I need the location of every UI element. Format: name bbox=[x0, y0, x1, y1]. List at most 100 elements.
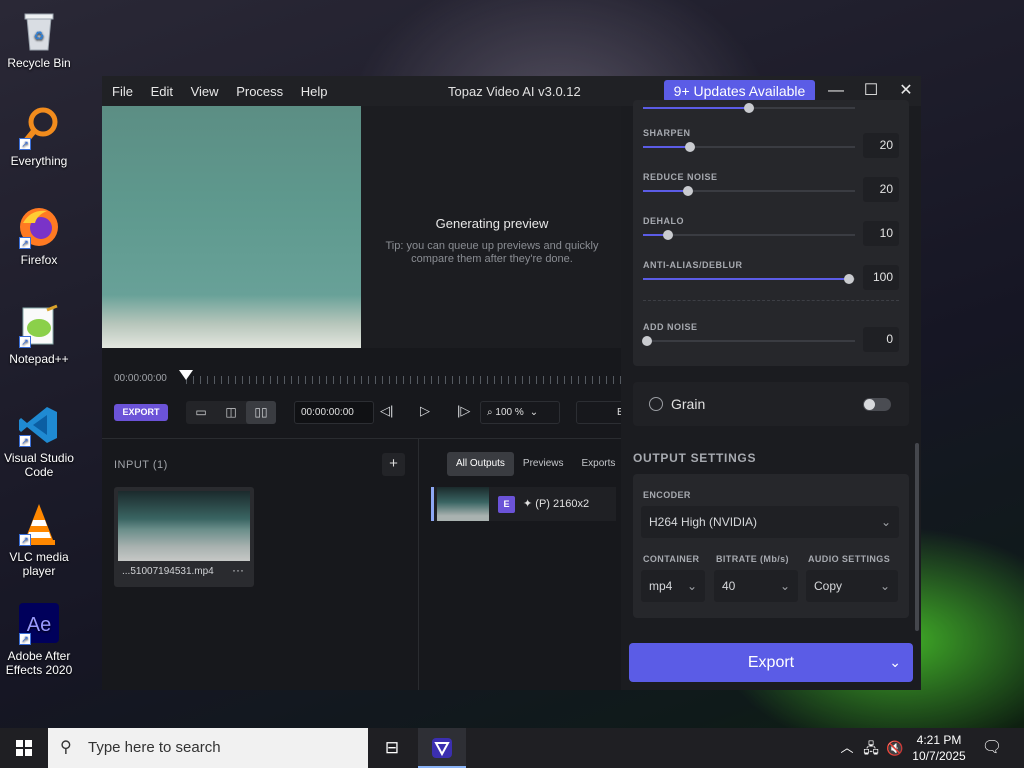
slider-knob[interactable] bbox=[744, 103, 754, 113]
enhancement-settings-card: SHARPEN 20 REDUCE NOISE 20 DEHALO 10 ANTI-ALIA… bbox=[633, 100, 909, 366]
slider-track[interactable] bbox=[643, 186, 855, 196]
desktop-icon-recycle-bin[interactable]: ♻ Recycle Bin bbox=[2, 8, 76, 70]
clock[interactable]: 4:21 PM 10/7/2025 bbox=[908, 732, 970, 764]
tray-chevron-up-icon[interactable]: ︿ bbox=[836, 728, 858, 768]
output-tabs: All Outputs Previews Exports bbox=[447, 452, 624, 476]
desktop-icon-label: Notepad++ bbox=[9, 352, 69, 366]
slider-label: DEHALO bbox=[643, 216, 684, 226]
desktop-icon-firefox[interactable]: ↗ Firefox bbox=[2, 205, 76, 267]
close-button[interactable]: ✕ bbox=[891, 80, 921, 102]
slider-knob[interactable] bbox=[843, 274, 854, 284]
desktop-icon-vscode[interactable]: ↗ Visual Studio Code bbox=[2, 403, 76, 479]
desktop-icon-after-effects[interactable]: Ae ↗ Adobe After Effects 2020 bbox=[2, 601, 76, 677]
container-value: mp4 bbox=[649, 579, 673, 593]
chevron-down-icon: ⌄ bbox=[686, 579, 697, 593]
bitrate-label: BITRATE (Mb/s) bbox=[716, 554, 789, 564]
input-title: INPUT (1) bbox=[114, 459, 168, 471]
notification-icon[interactable]: 🗨 bbox=[978, 728, 1006, 768]
slider-label: ADD NOISE bbox=[643, 322, 698, 332]
slider-knob[interactable] bbox=[663, 230, 674, 240]
minimize-button[interactable]: — bbox=[821, 80, 851, 102]
maximize-button[interactable]: ☐ bbox=[856, 80, 886, 102]
desktop-icon-everything[interactable]: ↗ Everything bbox=[2, 106, 76, 168]
side-by-side-view-icon[interactable]: ▯▯ bbox=[246, 401, 276, 424]
menu-help[interactable]: Help bbox=[301, 84, 328, 99]
input-video-card[interactable]: ...51007194531.mp4 ··· bbox=[114, 487, 254, 587]
grain-label: Grain bbox=[671, 396, 706, 412]
container-select[interactable]: mp4 ⌄ bbox=[641, 570, 705, 602]
bitrate-value: 40 bbox=[722, 579, 736, 593]
split-view-icon[interactable]: ◫ bbox=[216, 401, 246, 424]
playhead-handle[interactable] bbox=[179, 370, 193, 380]
slider-track[interactable] bbox=[643, 142, 855, 152]
encoder-value: H264 High (NVIDIA) bbox=[649, 515, 758, 529]
topaz-taskbar-icon[interactable] bbox=[418, 728, 466, 768]
chevron-down-icon: ⌄ bbox=[779, 579, 790, 593]
start-button[interactable] bbox=[0, 728, 48, 768]
network-icon[interactable]: 🖧 bbox=[860, 728, 882, 768]
tab-all-outputs[interactable]: All Outputs bbox=[447, 452, 514, 476]
slider-track[interactable] bbox=[643, 274, 855, 284]
add-input-button[interactable]: + bbox=[382, 453, 405, 476]
slider-label: REDUCE NOISE bbox=[643, 172, 718, 182]
grain-section[interactable]: Grain bbox=[633, 382, 909, 426]
menu-file[interactable]: File bbox=[112, 84, 133, 99]
chevron-down-icon: ⌄ bbox=[880, 515, 891, 529]
output-thumbnail bbox=[437, 487, 489, 521]
step-back-icon[interactable]: ◁| bbox=[380, 403, 393, 419]
shortcut-arrow-icon: ↗ bbox=[19, 633, 31, 645]
more-options-icon[interactable]: ··· bbox=[232, 563, 244, 577]
slider-track[interactable] bbox=[642, 336, 855, 346]
task-view-icon[interactable]: ⊟ bbox=[368, 728, 416, 768]
menu-edit[interactable]: Edit bbox=[151, 84, 173, 99]
input-video-thumbnail bbox=[118, 491, 250, 561]
grain-radio-icon[interactable] bbox=[649, 397, 663, 411]
output-row[interactable]: E ✦ (P) 2160x2 bbox=[431, 487, 616, 521]
current-time-field[interactable]: 00:00:00:00 bbox=[294, 401, 374, 424]
volume-muted-icon[interactable]: 🔇 bbox=[884, 728, 906, 768]
menu-view[interactable]: View bbox=[191, 84, 219, 99]
updates-available-button[interactable]: 9+ Updates Available bbox=[664, 80, 815, 102]
menu-process[interactable]: Process bbox=[236, 84, 283, 99]
audio-settings-select[interactable]: Copy ⌄ bbox=[806, 570, 898, 602]
everything-search-icon: ↗ bbox=[17, 106, 61, 150]
tab-previews[interactable]: Previews bbox=[514, 452, 573, 476]
step-forward-icon[interactable]: |▷ bbox=[457, 403, 470, 419]
zoom-select[interactable]: ⌕ 100 % ⌄ bbox=[480, 401, 560, 424]
export-range-badge[interactable]: EXPORT bbox=[114, 404, 168, 421]
slider-knob[interactable] bbox=[682, 186, 693, 196]
timeline: 00:00:00:00 EXPORT ▭ ◫ ▯▯ 00:00:00:00 ◁|… bbox=[102, 348, 632, 438]
slider-track[interactable] bbox=[643, 230, 855, 240]
settings-scrollbar[interactable] bbox=[915, 443, 919, 631]
encoder-label: ENCODER bbox=[643, 490, 691, 500]
slider-value-field[interactable]: 10 bbox=[863, 221, 899, 246]
slider-value-field[interactable]: 20 bbox=[863, 133, 899, 158]
slider-value-field[interactable]: 0 bbox=[863, 327, 899, 352]
slider-fill bbox=[643, 146, 690, 148]
timeline-start-time: 00:00:00:00 bbox=[114, 373, 167, 384]
original-video-preview[interactable] bbox=[102, 106, 361, 348]
export-button[interactable]: Export ⌄ bbox=[629, 643, 913, 682]
audio-value: Copy bbox=[814, 579, 843, 593]
selected-indicator bbox=[431, 487, 434, 521]
single-view-icon[interactable]: ▭ bbox=[186, 401, 216, 424]
slider-value-field[interactable]: 20 bbox=[863, 177, 899, 202]
slider-fill bbox=[643, 278, 849, 280]
grain-toggle[interactable] bbox=[863, 398, 891, 411]
slider-knob[interactable] bbox=[642, 336, 653, 346]
slider-track[interactable] bbox=[643, 103, 855, 113]
svg-text:♻: ♻ bbox=[34, 29, 45, 43]
slider-knob[interactable] bbox=[684, 142, 695, 152]
tab-exports[interactable]: Exports bbox=[573, 452, 625, 476]
notepad-plus-plus-icon: ↗ bbox=[17, 304, 61, 348]
taskbar-search-box[interactable]: ⚲ Type here to search bbox=[48, 728, 368, 768]
play-icon[interactable]: ▷ bbox=[420, 403, 430, 419]
desktop-icon-notepad-plus-plus[interactable]: ↗ Notepad++ bbox=[2, 304, 76, 366]
timeline-ruler[interactable] bbox=[186, 376, 626, 384]
desktop-icon-vlc[interactable]: ↗ VLC media player bbox=[2, 502, 76, 578]
chevron-down-icon[interactable]: ⌄ bbox=[889, 643, 901, 682]
encoder-select[interactable]: H264 High (NVIDIA) ⌄ bbox=[641, 506, 899, 538]
bitrate-select[interactable]: 40 ⌄ bbox=[714, 570, 798, 602]
windows-logo-icon bbox=[16, 740, 32, 756]
slider-value-field[interactable]: 100 bbox=[863, 265, 899, 290]
